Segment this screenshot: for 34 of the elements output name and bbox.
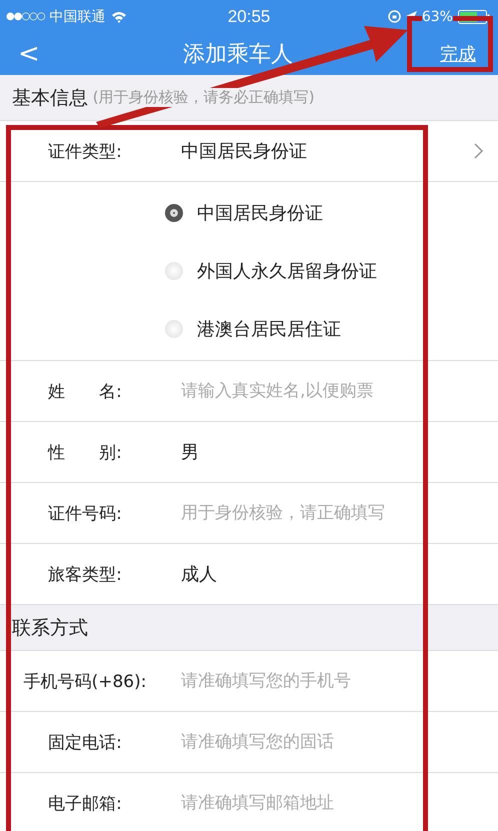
radio-button[interactable] (165, 320, 183, 338)
field-value: 成人 (181, 563, 217, 586)
input-field[interactable]: 请输入真实姓名,以便购票 (181, 381, 421, 401)
radio-button[interactable] (165, 262, 183, 280)
field-value: 中国居民身份证 (181, 140, 307, 163)
page-title: 添加乘车人 (182, 41, 293, 69)
field-label: 证件号码: (47, 502, 123, 524)
input-field[interactable]: 用于身份核验，请正确填写 (181, 503, 421, 523)
carrier-name: 中国联通 (50, 8, 106, 26)
battery-percent: 63% (422, 8, 453, 24)
chevron-icon (474, 143, 484, 159)
input-field[interactable]: 请准确填写您的手机号 (181, 671, 421, 691)
field-label: 手机号码(+86): (22, 670, 148, 692)
section-header: 联系方式 (0, 605, 498, 651)
field-label: 姓 名: (47, 380, 123, 402)
field-value: 男 (181, 441, 199, 464)
signal-strength: ●●○○○ (6, 11, 45, 22)
input-field[interactable]: 请准确填写邮箱地址 (181, 793, 421, 813)
radio-option[interactable]: 中国居民身份证 (165, 184, 498, 242)
field-label: 证件类型: (47, 140, 123, 162)
wifi-icon (110, 10, 127, 22)
field-label: 电子邮箱: (47, 792, 123, 814)
battery-icon (458, 10, 492, 24)
rotation-lock-icon (388, 10, 401, 23)
field-label: 固定电话: (47, 732, 123, 754)
field-label: 性 别: (46, 442, 123, 464)
radio-button[interactable] (165, 204, 183, 222)
location-icon (406, 11, 417, 22)
radio-option[interactable]: 港澳台居民居住证 (165, 300, 498, 358)
radio-option[interactable]: 外国人永久居留身份证 (165, 242, 498, 300)
input-field[interactable]: 请准确填写您的固话 (181, 732, 421, 752)
status-time: 20:55 (228, 6, 270, 26)
field-label: 旅客类型: (47, 564, 123, 586)
section-header: 基本信息 (用于身份核验，请务必正确填写) (0, 75, 498, 121)
